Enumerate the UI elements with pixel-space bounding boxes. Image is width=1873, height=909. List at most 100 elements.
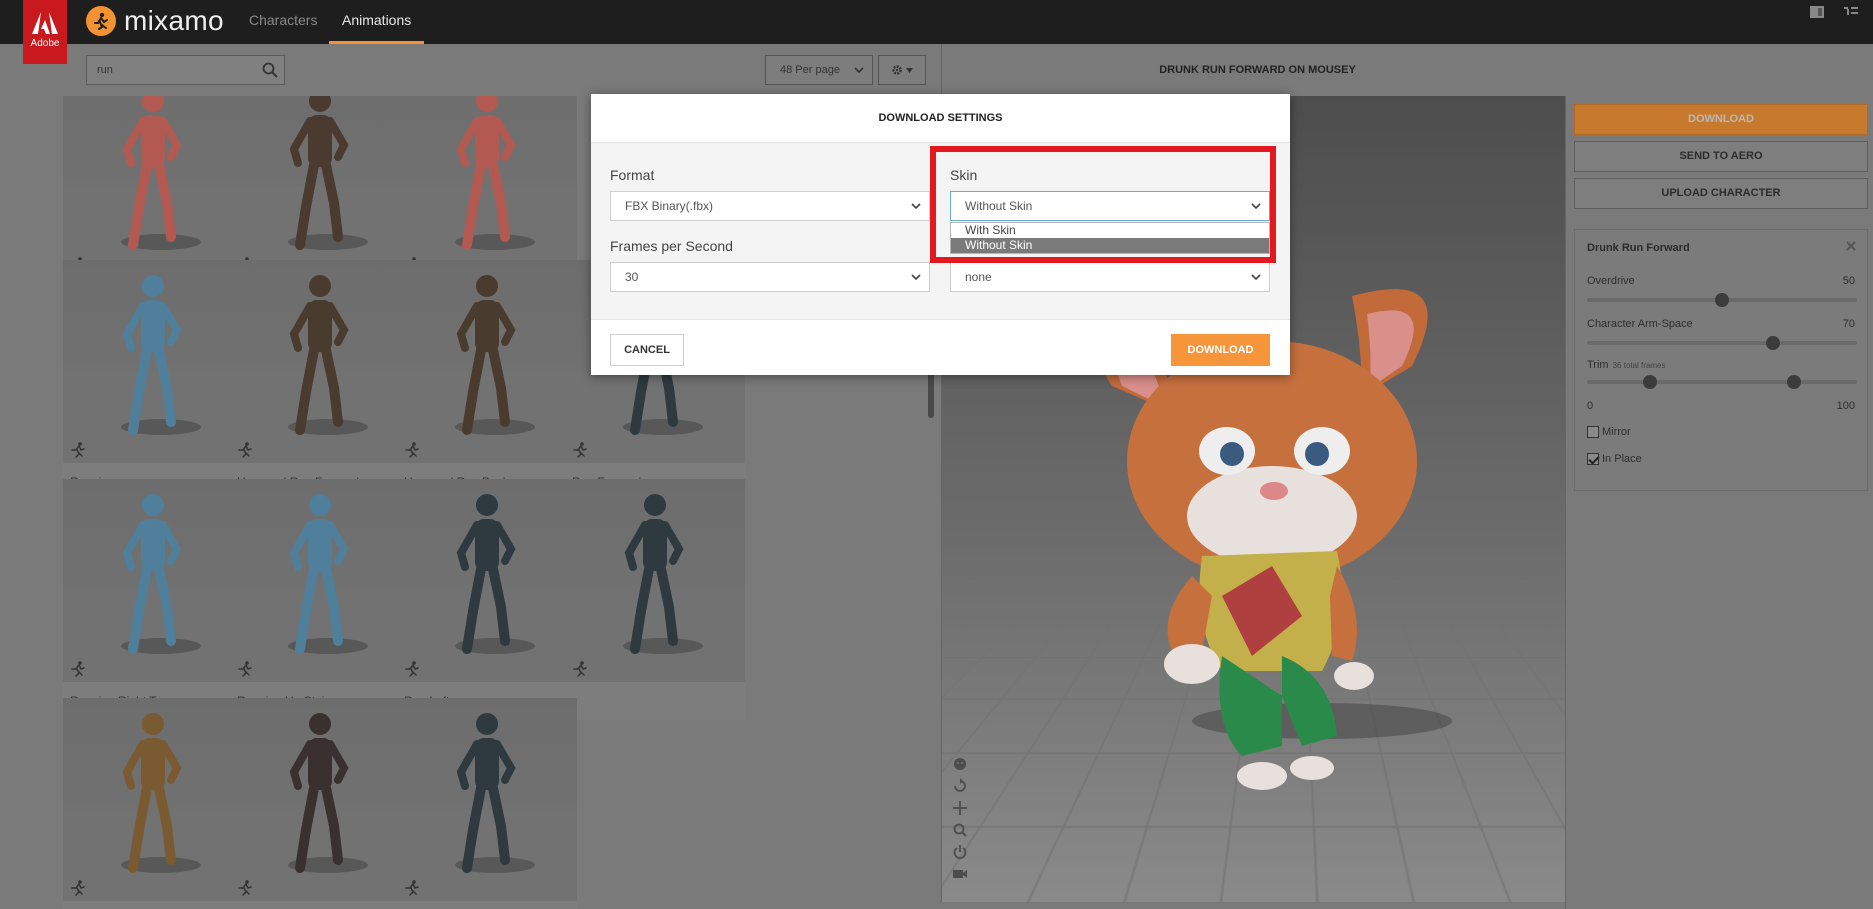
format-value: FBX Binary(.fbx) <box>625 199 714 213</box>
keyframe-reduction-select[interactable]: none <box>950 262 1270 292</box>
format-select[interactable]: FBX Binary(.fbx) <box>610 191 930 221</box>
chevron-down-icon <box>1251 203 1261 210</box>
per-page-select[interactable]: 48 Per page <box>765 55 873 85</box>
overdrive-slider[interactable] <box>1587 293 1857 307</box>
in-place-checkbox[interactable] <box>1587 453 1599 465</box>
character-figure <box>447 710 527 884</box>
animation-card[interactable]: Running Right Turn <box>63 479 243 720</box>
format-label: Format <box>610 167 655 183</box>
skin-label: Skin <box>950 167 978 183</box>
fps-value: 30 <box>625 270 639 284</box>
animation-thumbnail <box>63 479 243 682</box>
overdrive-slider-thumb[interactable] <box>1715 293 1729 307</box>
download-settings-dialog: DOWNLOAD SETTINGS Format FBX Binary(.fbx… <box>591 94 1290 375</box>
character-figure <box>113 96 193 261</box>
animation-type-icon <box>69 660 87 678</box>
animation-card[interactable]: Running Up Stairs <box>230 479 410 720</box>
in-place-option[interactable]: In Place <box>1587 453 1642 465</box>
chevron-down-icon <box>911 203 921 210</box>
fps-select[interactable]: 30 <box>610 262 930 292</box>
skin-option-without-skin[interactable]: Without Skin <box>951 238 1269 253</box>
user-icon[interactable] <box>1809 4 1825 18</box>
character-figure <box>113 491 193 665</box>
animation-type-icon <box>571 660 589 678</box>
brand[interactable]: mixamo <box>86 3 224 39</box>
animation-card[interactable]: Unarmed Run Back <box>397 260 577 501</box>
arm-space-value: 70 <box>1842 318 1855 330</box>
skin-select[interactable]: Without Skin <box>950 191 1270 221</box>
animation-card[interactable] <box>397 698 577 909</box>
character-figure <box>280 272 360 446</box>
animation-card[interactable] <box>63 698 243 909</box>
gear-icon <box>892 65 902 75</box>
animation-type-icon <box>69 441 87 459</box>
brand-name: mixamo <box>124 5 224 36</box>
trim-end-thumb[interactable] <box>1786 375 1801 389</box>
animation-type-icon <box>236 879 254 897</box>
animation-thumbnail <box>397 698 577 901</box>
cancel-button[interactable]: CANCEL <box>610 334 684 366</box>
arm-space-slider-thumb[interactable] <box>1766 336 1781 350</box>
animation-card[interactable] <box>230 698 410 909</box>
adobe-badge[interactable]: Adobe <box>23 0 67 64</box>
dialog-download-button[interactable]: DOWNLOAD <box>1171 334 1270 366</box>
animation-thumbnail <box>63 698 243 901</box>
skin-dropdown-list: With Skin Without Skin <box>950 222 1270 254</box>
animation-type-icon <box>571 441 589 459</box>
animation-thumbnail <box>397 260 577 463</box>
animation-card-label <box>230 901 410 909</box>
trim-max-label: 100 <box>1836 400 1855 412</box>
send-to-aero-button[interactable]: SEND TO AERO <box>1574 141 1868 172</box>
arm-space-slider[interactable] <box>1587 336 1857 350</box>
arm-space-label: Character Arm-Space <box>1587 318 1693 330</box>
animation-type-icon <box>403 879 421 897</box>
animation-settings-panel: Drunk Run Forward Overdrive 50 Character… <box>1574 229 1868 491</box>
skin-value: Without Skin <box>965 199 1033 213</box>
upload-character-button[interactable]: UPLOAD CHARACTER <box>1574 178 1868 209</box>
close-icon[interactable] <box>1845 240 1857 252</box>
keyframe-reduction-value: none <box>965 270 992 284</box>
mixamo-logo-icon <box>86 6 116 36</box>
animation-thumbnail <box>397 96 577 278</box>
chevron-down-icon <box>854 67 864 74</box>
mirror-checkbox[interactable] <box>1587 426 1599 438</box>
pan-icon[interactable] <box>952 800 968 816</box>
animation-type-icon <box>403 441 421 459</box>
skin-option-with-skin[interactable]: With Skin <box>951 223 1269 238</box>
animation-type-icon <box>236 660 254 678</box>
animation-card[interactable]: Unarmed Run Forward <box>230 260 410 501</box>
mirror-label: Mirror <box>1602 426 1631 438</box>
search-input[interactable] <box>87 56 247 84</box>
trim-slider[interactable] <box>1587 375 1857 389</box>
caret-down-icon <box>906 67 913 73</box>
camera-icon[interactable] <box>952 866 968 882</box>
panel-download-button[interactable]: DOWNLOAD <box>1574 104 1868 135</box>
animation-thumbnail <box>230 260 410 463</box>
animation-card[interactable] <box>565 479 745 720</box>
search-icon[interactable] <box>262 62 278 78</box>
settings-button[interactable] <box>878 55 926 85</box>
animation-thumbnail <box>230 479 410 682</box>
trim-start-thumb[interactable] <box>1643 375 1658 389</box>
per-page-value: 48 Per page <box>780 64 840 76</box>
character-icon[interactable] <box>952 756 968 772</box>
animation-type-icon <box>236 441 254 459</box>
character-figure <box>447 96 527 261</box>
animation-card[interactable]: Running <box>63 260 243 501</box>
animation-type-icon <box>69 879 87 897</box>
animation-card[interactable]: Run Left <box>397 479 577 720</box>
character-figure <box>615 491 695 665</box>
trim-min-label: 0 <box>1587 400 1594 412</box>
animation-title: Drunk Run Forward <box>1587 242 1690 254</box>
animation-thumbnail <box>63 96 243 278</box>
menu-icon[interactable] <box>1843 4 1859 18</box>
mirror-option[interactable]: Mirror <box>1587 426 1631 438</box>
zoom-icon[interactable] <box>952 822 968 838</box>
trim-frame-count: 36 total frames <box>1612 361 1666 370</box>
tab-characters[interactable]: Characters <box>249 0 317 44</box>
power-icon[interactable] <box>952 844 968 860</box>
rotate-icon[interactable] <box>952 778 968 794</box>
tab-animations[interactable]: Animations <box>329 0 425 44</box>
viewport-title: DRUNK RUN FORWARD ON MOUSEY <box>941 44 1873 96</box>
adobe-logo-icon <box>32 12 58 34</box>
